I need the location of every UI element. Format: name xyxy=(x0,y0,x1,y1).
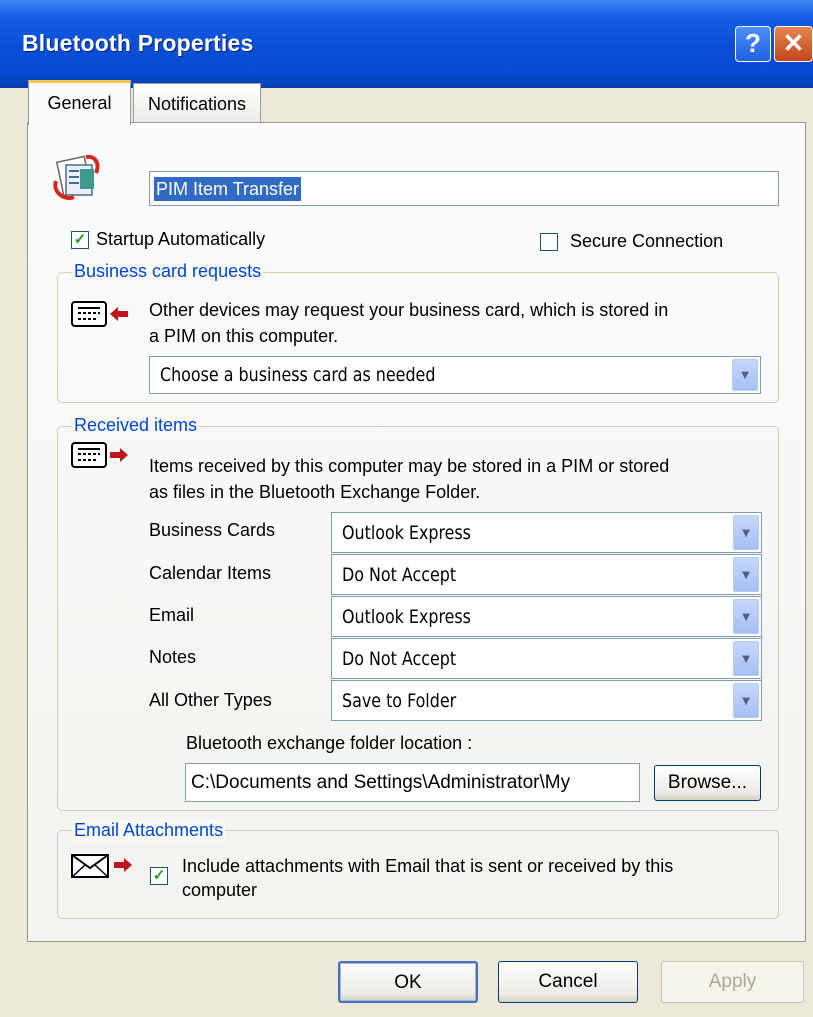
include-attachments-checkbox[interactable]: ✓ xyxy=(150,867,168,885)
startup-checkbox[interactable]: ✓ xyxy=(71,231,89,249)
notes-select-value: Do Not Accept xyxy=(342,648,457,670)
title-bar: Bluetooth Properties ? ✕ xyxy=(0,0,813,88)
tab-notifications[interactable]: Notifications xyxy=(133,83,261,123)
browse-button[interactable]: Browse... xyxy=(654,765,761,801)
chevron-down-icon[interactable]: ▼ xyxy=(733,683,759,718)
secure-connection-label: Secure Connection xyxy=(570,231,724,251)
cancel-button[interactable]: Cancel xyxy=(498,961,638,1003)
folder-location-value: C:\Documents and Settings\Administrator\… xyxy=(191,772,571,793)
calendar-items-select[interactable]: Do Not Accept ▼ xyxy=(331,554,762,595)
email-attachments-legend: Email Attachments xyxy=(72,820,226,841)
row-label-business-cards: Business Cards xyxy=(149,520,276,540)
all-other-types-select-value: Save to Folder xyxy=(342,690,457,712)
close-button[interactable]: ✕ xyxy=(774,26,813,62)
chevron-down-icon[interactable]: ▼ xyxy=(733,515,759,550)
row-label-calendar-items: Calendar Items xyxy=(149,563,272,583)
received-items-icon xyxy=(70,440,132,470)
chevron-down-icon[interactable]: ▼ xyxy=(733,599,759,634)
window-title: Bluetooth Properties xyxy=(22,30,254,56)
apply-button[interactable]: Apply xyxy=(661,961,804,1003)
folder-location-input[interactable]: C:\Documents and Settings\Administrator\… xyxy=(185,763,640,802)
email-select[interactable]: Outlook Express ▼ xyxy=(331,596,762,637)
business-card-select-value: Choose a business card as needed xyxy=(160,364,436,386)
folder-location-label: Bluetooth exchange folder location : xyxy=(186,733,473,753)
received-desc-2: as files in the Bluetooth Exchange Folde… xyxy=(149,482,481,502)
row-label-all-other-types: All Other Types xyxy=(149,690,272,710)
pim-transfer-icon xyxy=(50,151,102,203)
tab-panel-general: PIM Item Transfer ✓ Startup Automaticall… xyxy=(27,122,806,942)
all-other-types-select[interactable]: Save to Folder ▼ xyxy=(331,680,762,721)
calendar-items-select-value: Do Not Accept xyxy=(342,564,457,586)
business-card-select[interactable]: Choose a business card as needed ▼ xyxy=(149,356,761,394)
received-desc-1: Items received by this computer may be s… xyxy=(149,456,670,476)
row-label-email: Email xyxy=(149,605,195,625)
include-attachments-label-1: Include attachments with Email that is s… xyxy=(182,856,674,876)
tab-general[interactable]: General xyxy=(28,80,131,125)
chevron-down-icon[interactable]: ▼ xyxy=(732,359,758,391)
business-cards-select-value: Outlook Express xyxy=(342,522,471,544)
received-items-legend: Received items xyxy=(72,415,200,436)
business-card-icon xyxy=(70,299,132,329)
envelope-icon xyxy=(70,851,136,879)
include-attachments-label-2: computer xyxy=(182,880,258,900)
chevron-down-icon[interactable]: ▼ xyxy=(733,641,759,676)
business-cards-select[interactable]: Outlook Express ▼ xyxy=(331,512,762,553)
service-name-value: PIM Item Transfer xyxy=(154,177,302,201)
secure-connection-checkbox[interactable] xyxy=(540,233,558,251)
startup-label: Startup Automatically xyxy=(96,229,266,249)
business-card-legend: Business card requests xyxy=(72,261,264,282)
service-name-input[interactable]: PIM Item Transfer xyxy=(149,171,779,206)
email-select-value: Outlook Express xyxy=(342,606,471,628)
notes-select[interactable]: Do Not Accept ▼ xyxy=(331,638,762,679)
ok-button[interactable]: OK xyxy=(338,961,478,1003)
row-label-notes: Notes xyxy=(149,647,197,667)
business-card-desc-2: a PIM on this computer. xyxy=(149,326,339,346)
business-card-desc-1: Other devices may request your business … xyxy=(149,300,669,320)
chevron-down-icon[interactable]: ▼ xyxy=(733,557,759,592)
help-button[interactable]: ? xyxy=(735,26,771,62)
